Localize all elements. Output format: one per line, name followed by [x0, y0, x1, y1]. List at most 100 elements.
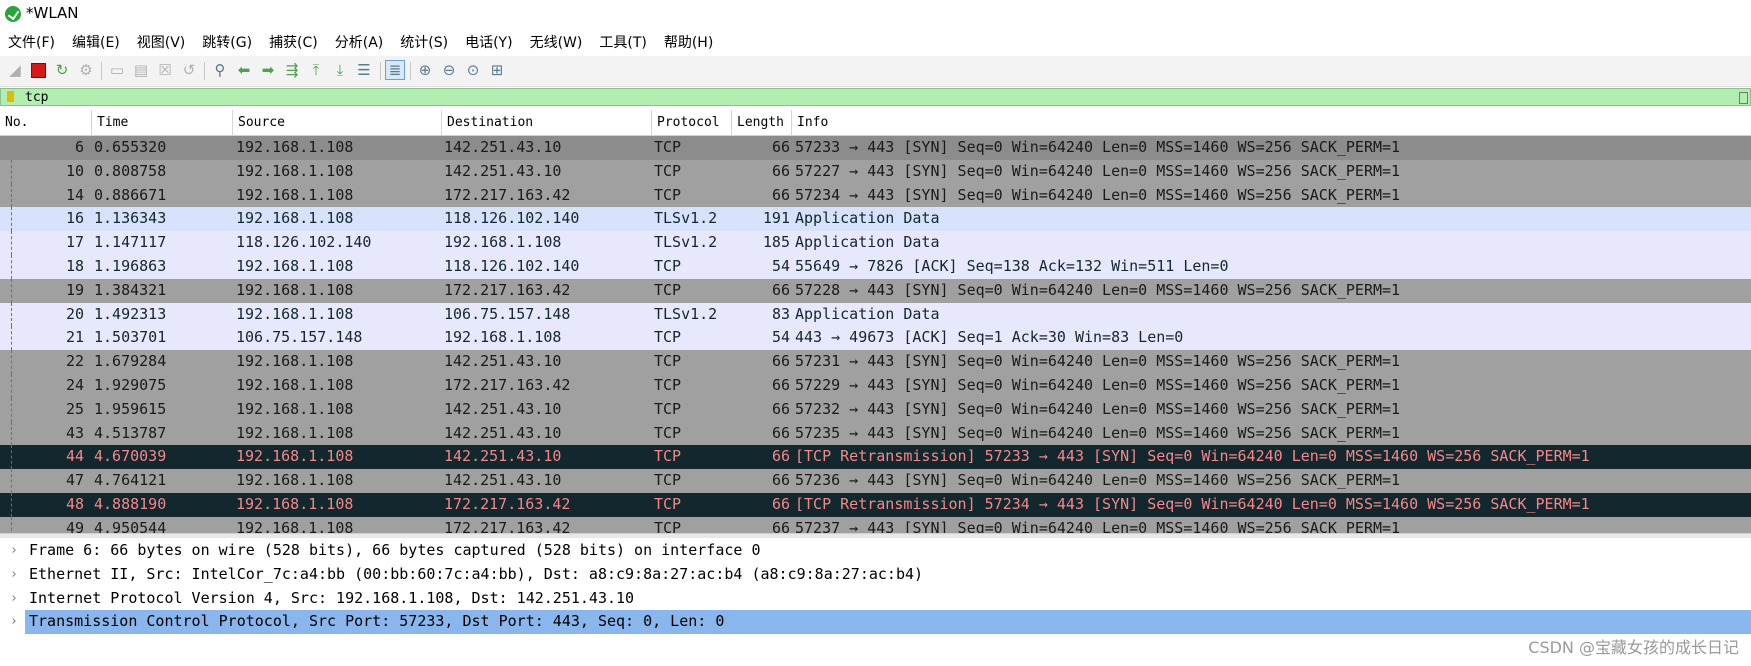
packet-row[interactable]: 17 1.147117 118.126.102.140 192.168.1.108 TL…: [0, 231, 1751, 255]
zoom-in-icon[interactable]: ⊕: [415, 60, 435, 80]
packet-row[interactable]: 22 1.679284 192.168.1.108 142.251.43.10 TCP 6…: [0, 350, 1751, 374]
resize-columns-icon[interactable]: ⊞: [487, 60, 507, 80]
packet-row[interactable]: 43 4.513787 192.168.1.108 142.251.43.10 TCP 6…: [0, 421, 1751, 446]
column-header-time[interactable]: Time: [92, 110, 233, 135]
packet-cell-dst: 118.126.102.140: [444, 209, 580, 228]
reload-icon[interactable]: ↺: [179, 60, 199, 80]
packet-cell-info: Application Data: [795, 209, 940, 228]
packet-row[interactable]: 49 4.950544 192.168.1.108 172.217.163.42 TCP…: [0, 516, 1751, 533]
packet-cell-len: 66: [771, 399, 790, 418]
packet-cell-src: 192.168.1.108: [236, 471, 354, 490]
packet-cell-src: 192.168.1.108: [236, 304, 354, 323]
packet-cell-dst: 172.217.163.42: [444, 518, 571, 533]
packet-cell-no: 20: [65, 304, 84, 323]
menu-item-5[interactable]: 分析(A): [327, 30, 393, 56]
packet-row[interactable]: 44 4.670039 192.168.1.108 142.251.43.10 TCP 6…: [0, 445, 1751, 470]
packet-cell-time: 1.136343: [94, 209, 167, 228]
packet-cell-len: 66: [771, 352, 790, 371]
open-folder-icon[interactable]: ▭: [107, 60, 127, 80]
packet-cell-len: 54: [771, 328, 790, 347]
packet-row[interactable]: 19 1.384321 192.168.1.108 172.217.163.42 TCP…: [0, 278, 1751, 303]
packet-row[interactable]: 47 4.764121 192.168.1.108 142.251.43.10 TCP 6…: [0, 469, 1751, 493]
column-header-source[interactable]: Source: [233, 110, 442, 135]
packet-row[interactable]: 6 0.655320 192.168.1.108 142.251.43.10 TCP 66…: [0, 136, 1751, 160]
menu-item-4[interactable]: 捕获(C): [261, 30, 327, 56]
stop-icon[interactable]: [28, 60, 48, 80]
zoom-out-icon[interactable]: ⊖: [439, 60, 459, 80]
packet-cell-time: 1.679284: [94, 352, 167, 371]
filter-apply-icon[interactable]: [1739, 92, 1748, 104]
packet-row[interactable]: 14 0.886671 192.168.1.108 172.217.163.42 TCP…: [0, 183, 1751, 208]
packet-cell-len: 66: [771, 375, 790, 394]
packet-row[interactable]: 24 1.929075 192.168.1.108 172.217.163.42 TCP…: [0, 373, 1751, 398]
detail-tree-item[interactable]: › Frame 6: 66 bytes on wire (528 bits), 6…: [0, 539, 1751, 563]
packet-cell-time: 0.886671: [94, 185, 167, 204]
packet-cell-no: 24: [65, 375, 84, 394]
packet-cell-info: 57229 → 443 [SYN] Seq=0 Win=64240 Len=0 …: [795, 375, 1401, 394]
close-file-icon[interactable]: ☒: [155, 60, 175, 80]
column-header-info[interactable]: Info: [792, 110, 1751, 135]
packet-cell-time: 4.513787: [94, 423, 167, 442]
go-to-packet-icon[interactable]: ⇶: [282, 60, 302, 80]
packet-cell-proto: TCP: [654, 518, 682, 533]
menu-item-9[interactable]: 工具(T): [591, 30, 655, 56]
packet-cell-info: 57234 → 443 [SYN] Seq=0 Win=64240 Len=0 …: [795, 185, 1401, 204]
packet-cell-info: 57236 → 443 [SYN] Seq=0 Win=64240 Len=0 …: [795, 471, 1401, 490]
column-header-no[interactable]: No.: [0, 110, 92, 135]
packet-cell-proto: TCP: [654, 256, 682, 275]
packet-row[interactable]: 48 4.888190 192.168.1.108 172.217.163.42 TCP…: [0, 492, 1751, 517]
expand-chevron-icon[interactable]: ›: [10, 587, 18, 611]
menu-item-8[interactable]: 无线(W): [522, 30, 592, 56]
menu-item-0[interactable]: 文件(F): [0, 30, 64, 56]
pane-splitter[interactable]: [0, 533, 1751, 538]
expand-chevron-icon[interactable]: ›: [10, 610, 18, 634]
packet-cell-len: 83: [771, 304, 790, 323]
packet-row[interactable]: 25 1.959615 192.168.1.108 142.251.43.10 TCP 6…: [0, 397, 1751, 422]
packet-cell-len: 54: [771, 256, 790, 275]
packet-cell-no: 22: [65, 352, 84, 371]
forward-arrow-icon[interactable]: ➡: [258, 60, 278, 80]
packet-row[interactable]: 10 0.808758 192.168.1.108 142.251.43.10 TCP 6…: [0, 159, 1751, 184]
packet-cell-src: 192.168.1.108: [236, 209, 354, 228]
column-header-length[interactable]: Length: [732, 110, 792, 135]
find-icon[interactable]: ⚲: [210, 60, 230, 80]
last-packet-icon[interactable]: ⤓: [330, 60, 350, 80]
menu-item-7[interactable]: 电话(Y): [457, 30, 521, 56]
menu-item-10[interactable]: 帮助(H): [656, 30, 722, 56]
packet-cell-info: 55649 → 7826 [ACK] Seq=138 Ack=132 Win=5…: [795, 256, 1229, 275]
detail-tree-item[interactable]: › Transmission Control Protocol, Src Port…: [0, 610, 1751, 635]
menu-item-3[interactable]: 跳转(G): [194, 30, 261, 56]
restart-icon[interactable]: ↻: [52, 60, 72, 80]
title-bar: *WLAN: [0, 0, 1751, 28]
packet-row[interactable]: 16 1.136343 192.168.1.108 118.126.102.140 TL…: [0, 207, 1751, 232]
column-header-destination[interactable]: Destination: [442, 110, 652, 135]
expand-chevron-icon[interactable]: ›: [10, 539, 18, 563]
back-arrow-icon[interactable]: ⬅: [234, 60, 254, 80]
normal-size-icon[interactable]: ⊙: [463, 60, 483, 80]
colorize-icon[interactable]: ≣: [385, 60, 405, 80]
detail-tree-item[interactable]: › Ethernet II, Src: IntelCor_7c:a4:bb (00…: [0, 563, 1751, 587]
autoscroll-icon[interactable]: ☰: [354, 60, 374, 80]
display-filter-input[interactable]: [23, 89, 1725, 105]
detail-tree-label: Frame 6: 66 bytes on wire (528 bits), 66…: [29, 541, 761, 559]
packet-row[interactable]: 21 1.503701 106.75.157.148 192.168.1.108 TCP…: [0, 326, 1751, 351]
packet-cell-len: 185: [762, 233, 790, 252]
packet-cell-dst: 192.168.1.108: [444, 328, 562, 347]
shark-fin-icon[interactable]: ◢: [5, 60, 25, 80]
packet-row[interactable]: 20 1.492313 192.168.1.108 106.75.157.148 TLS…: [0, 302, 1751, 327]
packet-cell-no: 6: [74, 138, 84, 156]
save-file-icon[interactable]: ▤: [131, 60, 151, 80]
packet-cell-time: 1.929075: [94, 375, 167, 394]
menu-item-2[interactable]: 视图(V): [129, 30, 195, 56]
detail-tree-item[interactable]: › Internet Protocol Version 4, Src: 192.1…: [0, 587, 1751, 611]
options-gear-icon[interactable]: ⚙: [76, 60, 96, 80]
menu-item-6[interactable]: 统计(S): [392, 30, 457, 56]
menu-item-1[interactable]: 编辑(E): [64, 30, 129, 56]
column-header-protocol[interactable]: Protocol: [652, 110, 732, 135]
display-filter-bar: [0, 88, 1751, 106]
expand-chevron-icon[interactable]: ›: [10, 563, 18, 587]
packet-row[interactable]: 18 1.196863 192.168.1.108 118.126.102.140 TC…: [0, 254, 1751, 279]
packet-cell-len: 66: [771, 447, 790, 466]
first-packet-icon[interactable]: ⤒: [306, 60, 326, 80]
filter-bookmark-icon[interactable]: [7, 91, 14, 102]
